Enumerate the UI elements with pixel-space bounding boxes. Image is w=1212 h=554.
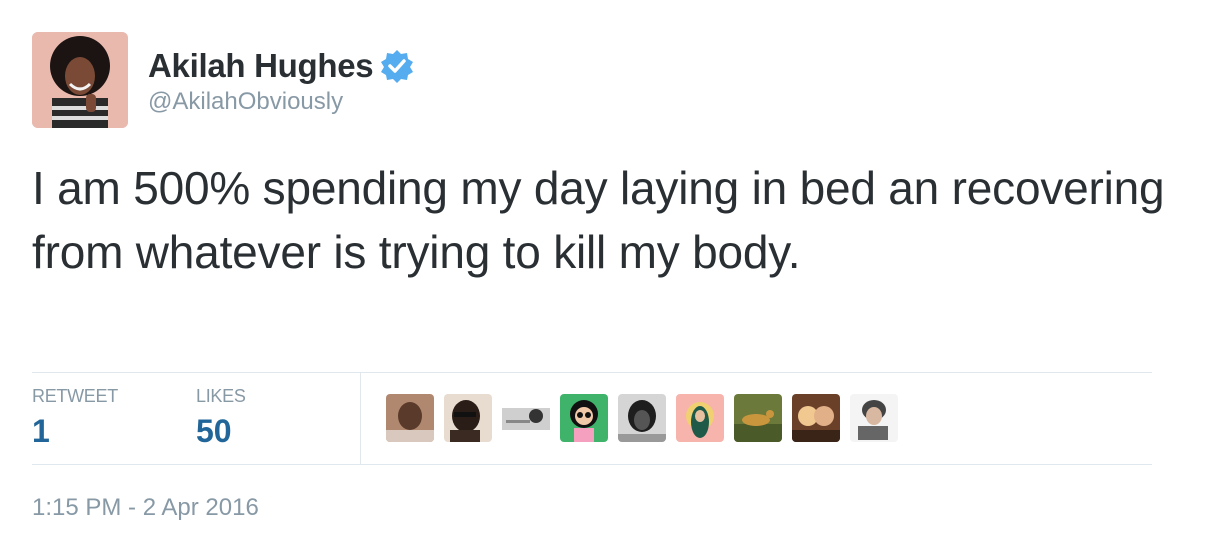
tweet-stats: RETWEET 1 LIKES 50 — [32, 372, 1152, 464]
liker-avatar-1-icon — [386, 394, 434, 442]
author-display-name[interactable]: Akilah Hughes — [148, 47, 374, 85]
liker-avatar[interactable] — [618, 394, 666, 442]
liker-avatar[interactable] — [502, 394, 550, 442]
likes-label: LIKES — [196, 386, 246, 406]
retweet-label: RETWEET — [32, 386, 118, 406]
liker-avatar[interactable] — [444, 394, 492, 442]
stats-bottom-divider — [32, 464, 1152, 465]
liker-avatar[interactable] — [734, 394, 782, 442]
liker-avatar-3-icon — [502, 394, 550, 442]
profile-photo-icon — [32, 32, 128, 128]
tweet-timestamp[interactable]: 1:15 PM - 2 Apr 2016 — [32, 494, 259, 522]
liker-avatar[interactable] — [792, 394, 840, 442]
retweet-count: 1 — [32, 413, 50, 449]
retweet-stat[interactable]: RETWEET 1 — [32, 386, 118, 450]
liker-avatar-2-icon — [444, 394, 492, 442]
liker-avatar[interactable] — [386, 394, 434, 442]
liker-avatar-7-icon — [734, 394, 782, 442]
liker-avatar-5-icon — [618, 394, 666, 442]
verified-badge-icon — [379, 48, 415, 84]
author-handle[interactable]: @AkilahObviously — [148, 88, 343, 116]
liker-avatar-9-icon — [850, 394, 898, 442]
liker-avatar-8-icon — [792, 394, 840, 442]
liker-avatar[interactable] — [850, 394, 898, 442]
liker-avatar[interactable] — [560, 394, 608, 442]
tweet-text: I am 500% spending my day laying in bed … — [32, 162, 1165, 278]
liker-avatar-4-icon — [560, 394, 608, 442]
likers-avatar-list — [386, 394, 898, 442]
likes-stat[interactable]: LIKES 50 — [196, 386, 246, 450]
stats-vertical-divider — [360, 372, 361, 464]
author-avatar[interactable] — [32, 32, 128, 128]
liker-avatar[interactable] — [676, 394, 724, 442]
author-name-row[interactable]: Akilah Hughes — [148, 44, 415, 88]
liker-avatar-6-icon — [676, 394, 724, 442]
likes-count: 50 — [196, 413, 232, 449]
